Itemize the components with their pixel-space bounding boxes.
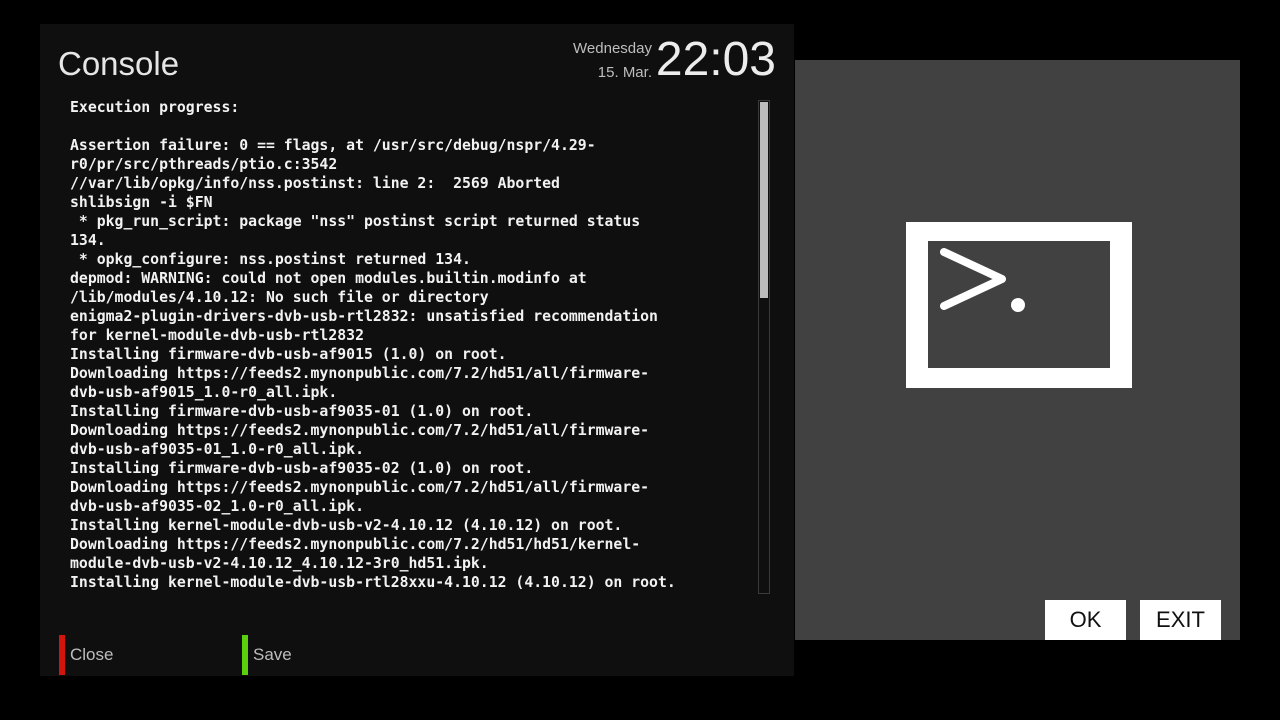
console-line: Installing firmware-dvb-usb-af9015 (1.0)… <box>70 346 507 363</box>
console-line: 134. <box>70 232 106 249</box>
red-key-icon <box>59 635 65 675</box>
console-line: for kernel-module-dvb-usb-rtl2832 <box>70 327 364 344</box>
close-button[interactable]: Close <box>59 635 113 675</box>
console-line: * pkg_run_script: package "nss" postinst… <box>70 213 641 230</box>
console-line: Installing kernel-module-dvb-usb-v2-4.10… <box>70 517 623 534</box>
save-button[interactable]: Save <box>242 635 292 675</box>
console-line: Downloading https://feeds2.mynonpublic.c… <box>70 536 641 553</box>
console-line: dvb-usb-af9035-01_1.0-r0_all.ipk. <box>70 441 364 458</box>
console-line: dvb-usb-af9035-02_1.0-r0_all.ipk. <box>70 498 364 515</box>
console-line: Downloading https://feeds2.mynonpublic.c… <box>70 479 650 496</box>
terminal-icon <box>906 222 1132 388</box>
console-line: shlibsign -i $FN <box>70 194 213 211</box>
screen: Console Wednesday 15. Mar. 22:03 Executi… <box>0 0 1280 720</box>
console-line: Installing firmware-dvb-usb-af9035-01 (1… <box>70 403 534 420</box>
ok-button[interactable]: OK <box>1045 600 1126 640</box>
console-line: Downloading https://feeds2.mynonpublic.c… <box>70 365 650 382</box>
clock-display: 22:03 <box>655 33 776 86</box>
console-line: Installing firmware-dvb-usb-af9035-02 (1… <box>70 460 534 477</box>
console-line: //var/lib/opkg/info/nss.postinst: line 2… <box>70 175 560 192</box>
close-label: Close <box>70 645 114 664</box>
console-line: r0/pr/src/pthreads/ptio.c:3542 <box>70 156 338 173</box>
weekday-label: Wednesday <box>573 40 652 57</box>
console-line: Execution progress: <box>70 99 240 116</box>
console-line: module-dvb-usb-v2-4.10.12_4.10.12-3r0_hd… <box>70 555 489 572</box>
console-line: Installing kernel-module-dvb-usb-rtl28xx… <box>70 574 676 591</box>
page-title: Console <box>58 45 180 82</box>
green-key-icon <box>242 635 248 675</box>
console-line: dvb-usb-af9015_1.0-r0_all.ipk. <box>70 384 338 401</box>
save-label: Save <box>253 645 292 664</box>
preview-panel: OK EXIT <box>795 60 1240 640</box>
console-line: Assertion failure: 0 == flags, at /usr/s… <box>70 137 596 154</box>
console-output[interactable]: Execution progress: Assertion failure: 0 … <box>70 98 756 596</box>
date-label: 15. Mar. <box>597 64 652 81</box>
exit-button[interactable]: EXIT <box>1140 600 1221 640</box>
console-line: /lib/modules/4.10.12: No such file or di… <box>70 289 489 306</box>
console-panel: Console Wednesday 15. Mar. 22:03 Executi… <box>40 24 794 676</box>
console-line: Downloading https://feeds2.mynonpublic.c… <box>70 422 650 439</box>
console-line: enigma2-plugin-drivers-dvb-usb-rtl2832: … <box>70 308 658 325</box>
console-scrollbar[interactable] <box>758 100 770 594</box>
date-display: Wednesday 15. Mar. <box>573 37 652 85</box>
console-line: depmod: WARNING: could not open modules.… <box>70 270 587 287</box>
scrollbar-thumb[interactable] <box>760 102 768 298</box>
console-line: * opkg_configure: nss.postinst returned … <box>70 251 471 268</box>
